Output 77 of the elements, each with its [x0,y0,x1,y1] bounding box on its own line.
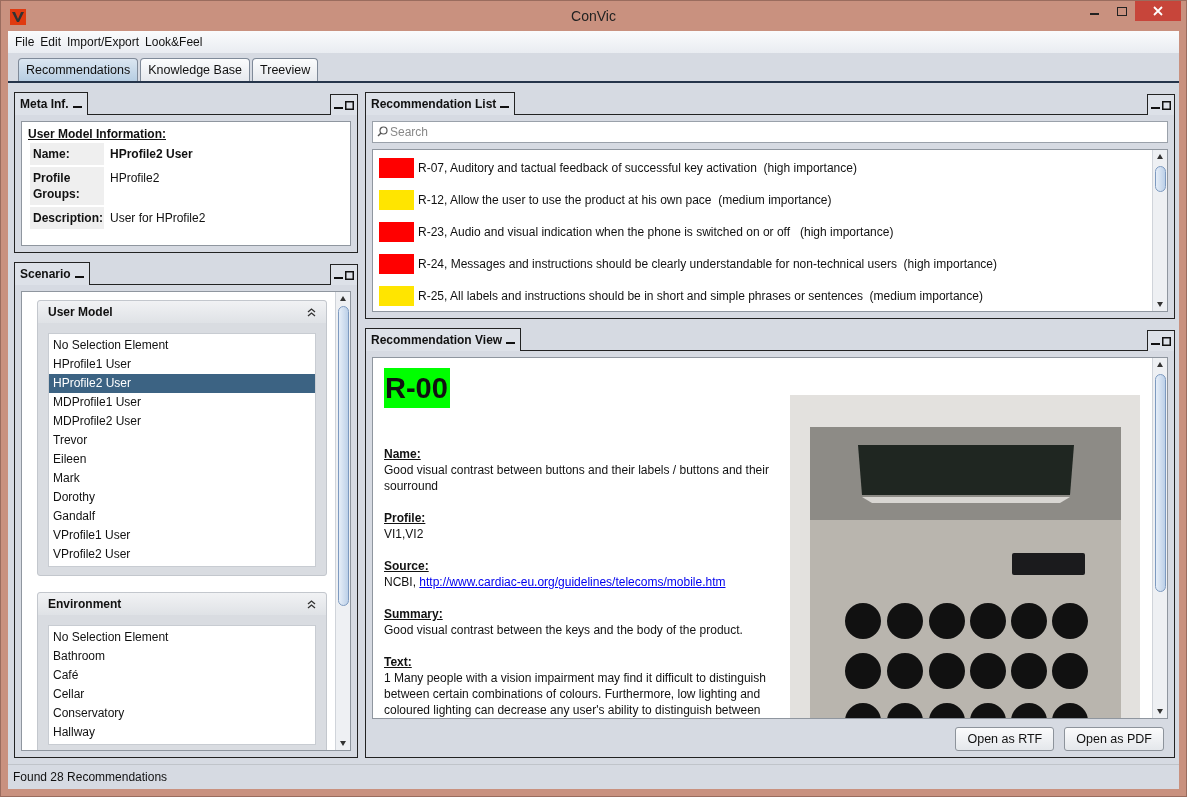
list-item[interactable]: Bathroom [49,647,315,666]
recommendation-id: R-00 [384,368,450,408]
window-title: ConVic [571,8,616,24]
recommendation-item[interactable]: R-25, All labels and instructions should be in short and simple phrases or sentences (medium importance) [418,289,983,303]
panel-tab[interactable]: Scenario [14,262,90,285]
list-item[interactable]: MDProfile1 User [49,393,315,412]
tab[interactable]: Knowledge Base [140,58,251,81]
maximize-icon[interactable] [345,270,354,280]
section-text: Good visual contrast between the keys and the body of the product. [384,622,744,638]
section-label: Name: [384,446,422,462]
panel-tab[interactable]: Recommendation View [365,328,522,351]
section-label: Source: [384,558,430,574]
list-item[interactable]: Conservatory [49,704,315,723]
tab[interactable]: Recommendations [18,58,139,81]
list-item[interactable]: Mark [49,469,315,488]
section-title[interactable]: User Model [48,305,113,319]
section-text: NCBI, http://www.cardiac-eu.org/guidelines/telecoms/mobile.htm [384,574,727,590]
field-value: User for HProfile2 [109,210,207,227]
status-text: Found 28 Recommendations [8,764,1179,789]
app-icon [10,8,26,25]
recommendation-item[interactable]: R-24, Messages and instructions should be clearly understandable for non-technical users (high importance) [418,257,997,271]
tab[interactable]: Treeview [252,58,319,81]
list-item[interactable]: Eileen [49,450,315,469]
menu-item[interactable]: Edit [37,35,65,49]
list-item[interactable]: VProfile1 User [49,526,315,545]
close-button[interactable] [1135,1,1181,21]
list-item[interactable]: HProfile1 User [49,355,315,374]
field-value: HProfile2 [109,170,161,187]
list-item[interactable]: Gandalf [49,507,315,526]
section-text: 1 Many people with a vision impairment may find it difficult to distinguish between certain combinations of colours. Furthermore, low lighting and coloured lighting can decrease any user's ability to distinguish between [384,670,767,718]
section-label: Text: [384,654,413,670]
menu-item[interactable]: Import/Export [64,35,143,49]
section-text: VI1,VI2 [384,526,425,542]
maximize-icon[interactable] [345,100,354,110]
menu-item[interactable]: Look&Feel [142,35,206,49]
list-item[interactable]: Hallway [49,723,315,742]
list-item[interactable]: MDProfile2 User [49,412,315,431]
section-heading: User Model Information: [28,127,167,141]
recommendation-item[interactable]: R-12, Allow the user to use the product at his own pace (medium importance) [418,193,832,207]
search-field[interactable]: Search [372,121,1168,143]
panel-tab[interactable]: Recommendation List [365,92,516,115]
maximize-icon[interactable] [1162,336,1171,346]
open-button[interactable]: Open as RTF [955,727,1055,751]
list-item[interactable]: No Selection Element [49,336,315,355]
panel-tab[interactable]: Meta Inf. [14,92,88,115]
section-label: Summary: [384,606,444,622]
source-link[interactable]: http://www.cardiac-eu.org/guidelines/telecoms/mobile.htm [419,575,726,589]
recommendation-item[interactable]: R-07, Auditory and tactual feedback of successful key activation (high importance) [418,161,857,175]
field-value: HProfile2 User [109,146,194,163]
scroll-thumb[interactable] [1154,374,1166,592]
field-label: Name: [30,143,104,165]
scrollbar[interactable] [1152,358,1167,718]
list-item[interactable]: HProfile2 User [49,374,315,393]
section-title[interactable]: Environment [48,597,122,611]
maximize-icon[interactable] [1162,100,1171,110]
field-label: Description: [30,207,104,229]
collapse-icon[interactable] [307,307,316,317]
recommendation-item[interactable]: R-23, Audio and visual indication when the phone is switched on or off (high importance) [418,225,894,239]
section-label: Profile: [384,510,427,526]
list-item[interactable]: VProfile2 User [49,545,315,564]
section-text: Good visual contrast between buttons and their labels / buttons and their sourround [384,462,770,494]
scroll-thumb[interactable] [1154,166,1166,192]
search-icon [377,126,388,137]
list-item[interactable]: Café [49,666,315,685]
scroll-thumb[interactable] [337,306,349,606]
field-label: Profile Groups: [30,167,104,205]
scrollbar[interactable] [335,292,350,750]
list-item[interactable]: No Selection Element [49,628,315,647]
menu-item[interactable]: File [12,35,38,49]
list-item[interactable]: Trevor [49,431,315,450]
maximize-icon[interactable] [1116,6,1127,16]
close-icon[interactable] [1153,6,1163,16]
list-item[interactable]: Cellar [49,685,315,704]
open-button[interactable]: Open as PDF [1064,727,1164,751]
scrollbar[interactable] [1152,150,1167,311]
collapse-icon[interactable] [307,599,316,609]
list-item[interactable]: Dorothy [49,488,315,507]
